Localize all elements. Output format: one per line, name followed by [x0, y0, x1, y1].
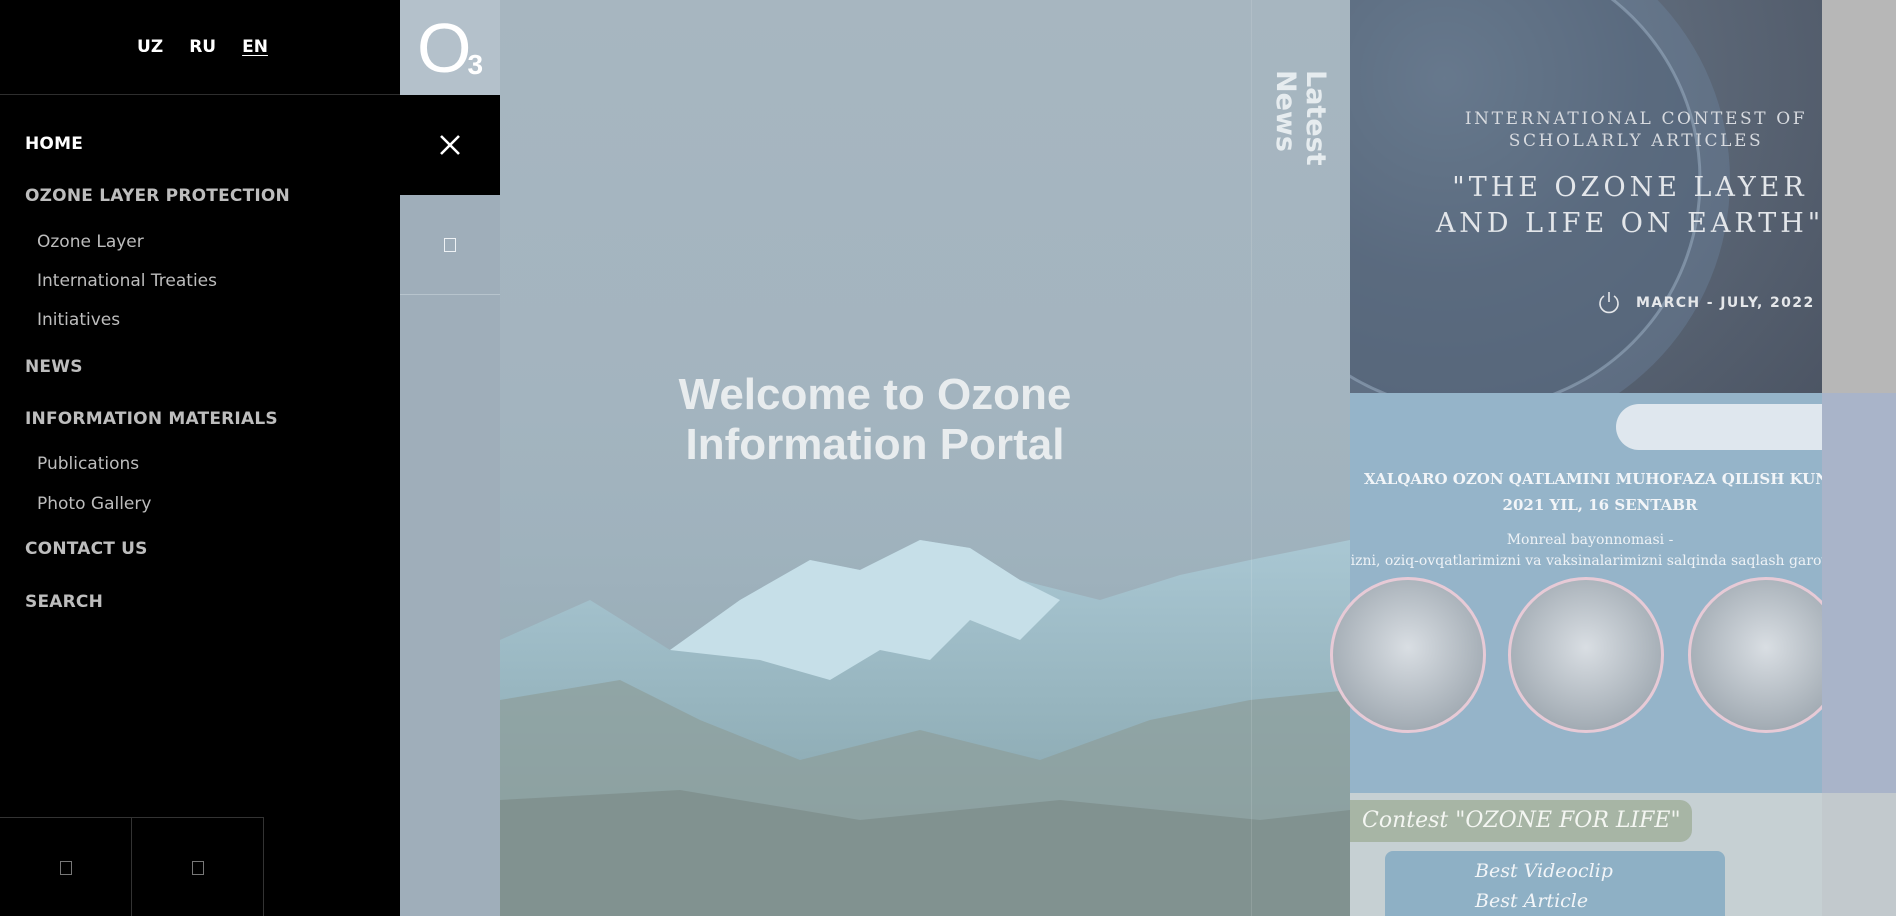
- partner-logos: [1616, 404, 1846, 450]
- contest-title: "THE OZONE LAYER AND LIFE ON EARTH": [1430, 170, 1822, 242]
- site-logo[interactable]: O 3: [400, 0, 500, 95]
- hero-divider: [1251, 0, 1252, 916]
- nav-search[interactable]: SEARCH: [25, 592, 103, 612]
- circle-image-penguins: [1508, 577, 1664, 733]
- circle-image-food: [1330, 577, 1486, 733]
- close-menu-button[interactable]: [400, 95, 500, 195]
- logo-letter: O: [416, 8, 471, 87]
- ozone-day-title: XALQARO OZON QATLAMINI MUHOFAZA QILISH K…: [1350, 466, 1850, 518]
- nav-photo-gallery[interactable]: Photo Gallery: [37, 494, 151, 514]
- nav-international-treaties[interactable]: International Treaties: [37, 271, 217, 291]
- social-icon[interactable]: [132, 818, 264, 916]
- nav-contact-us[interactable]: CONTACT US: [25, 539, 148, 559]
- contest-subtitle-line-2: SCHOLARLY ARTICLES: [1508, 131, 1764, 151]
- news-card-peek[interactable]: [1822, 793, 1896, 916]
- circle-image-vaccines: [1688, 577, 1844, 733]
- nav-news[interactable]: NEWS: [25, 357, 83, 377]
- contest-date: MARCH - JULY, 2022: [1636, 295, 1815, 311]
- nav-home[interactable]: HOME: [25, 134, 83, 154]
- logo-subscript: 3: [467, 48, 484, 80]
- nav-information-materials[interactable]: INFORMATION MATERIALS: [25, 409, 278, 429]
- contest-title-line-2: AND LIFE ON EARTH": [1435, 208, 1822, 239]
- social-glyph-icon: [191, 860, 204, 875]
- news-card-contest[interactable]: INTERNATIONAL CONTEST OF SCHOLARLY ARTIC…: [1350, 0, 1822, 393]
- latest-news-label-line-1: Latest: [1300, 70, 1331, 166]
- ozone-day-text-line-2: izni, oziq-ovqatlarimizni va vaksinalari…: [1350, 553, 1830, 569]
- nav-ozone-layer-protection[interactable]: OZONE LAYER PROTECTION: [25, 186, 290, 206]
- contest-subtitle: INTERNATIONAL CONTEST OF SCHOLARLY ARTIC…: [1450, 108, 1822, 152]
- social-glyph-icon: [59, 860, 72, 875]
- ozone-day-title-line-2: 2021 YIL, 16 SENTABR: [1502, 496, 1698, 514]
- search-button[interactable]: [400, 195, 500, 295]
- contest-subtitle-line-1: INTERNATIONAL CONTEST OF: [1464, 109, 1808, 129]
- news-column: INTERNATIONAL CONTEST OF SCHOLARLY ARTIC…: [1330, 0, 1896, 916]
- lang-en[interactable]: EN: [242, 37, 268, 57]
- ozone-for-life-banner: Contest "OZONE FOR LIFE": [1350, 800, 1692, 842]
- ozone-day-text: Monreal bayonnomasi - izni, oziq-ovqatla…: [1350, 530, 1830, 572]
- category-best-article: Best Article: [1475, 890, 1589, 912]
- language-switcher: UZ RU EN: [0, 0, 400, 95]
- power-icon: [1599, 292, 1619, 314]
- social-icon[interactable]: [0, 818, 132, 916]
- social-links: [0, 817, 264, 916]
- contest-title-line-1: "THE OZONE LAYER: [1452, 172, 1808, 203]
- lang-uz[interactable]: UZ: [137, 37, 163, 57]
- news-card-peek[interactable]: [1822, 0, 1896, 393]
- latest-news-label-line-2: News: [1270, 70, 1301, 152]
- hero-title-line-1: Welcome to Ozone: [678, 370, 1072, 419]
- lang-ru[interactable]: RU: [189, 37, 216, 57]
- nav-ozone-layer[interactable]: Ozone Layer: [37, 232, 144, 252]
- ozone-day-title-line-1: XALQARO OZON QATLAMINI MUHOFAZA QILISH K…: [1364, 470, 1836, 488]
- category-best-videoclip: Best Videoclip: [1475, 860, 1613, 882]
- latest-news-label[interactable]: Latest News: [1270, 70, 1331, 166]
- nav-initiatives[interactable]: Initiatives: [37, 310, 120, 330]
- side-menu: UZ RU EN HOME OZONE LAYER PROTECTION Ozo…: [0, 0, 400, 916]
- hero-title-line-2: Information Portal: [685, 420, 1065, 469]
- news-card-peek[interactable]: [1822, 393, 1896, 793]
- search-icon: [444, 237, 456, 252]
- hero-title: Welcome to Ozone Information Portal: [500, 370, 1250, 470]
- hero-section: Welcome to Ozone Information Portal: [500, 0, 1350, 916]
- ozone-day-text-line-1: Monreal bayonnomasi -: [1506, 532, 1674, 548]
- nav-publications[interactable]: Publications: [37, 454, 139, 474]
- close-icon: [440, 135, 460, 155]
